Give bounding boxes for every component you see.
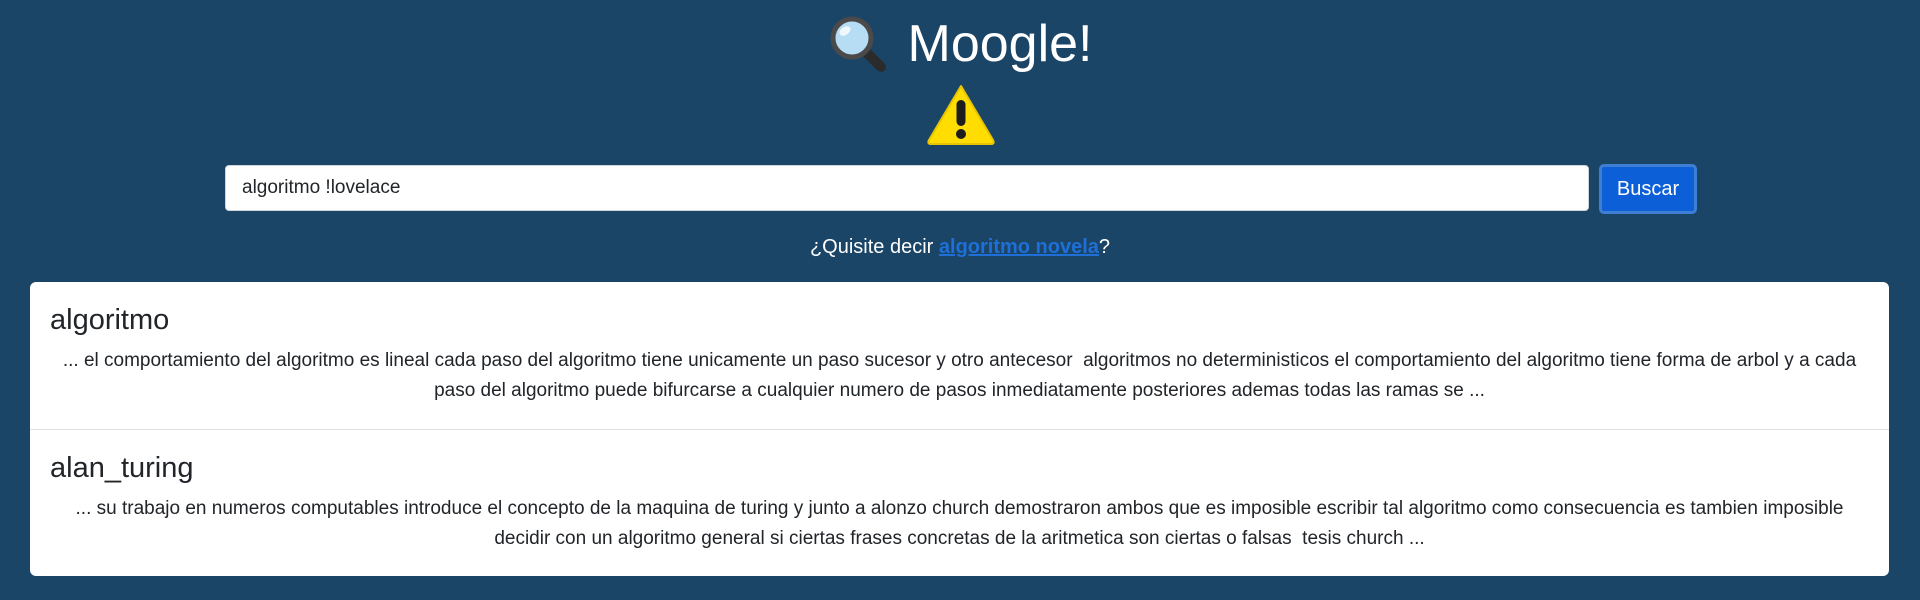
result-item: algoritmo ... el comportamiento del algo… bbox=[30, 282, 1889, 429]
suggestion-suffix: ? bbox=[1098, 236, 1111, 258]
result-title[interactable]: alan_turing bbox=[50, 450, 1869, 486]
warning-icon bbox=[927, 85, 995, 145]
search-input[interactable] bbox=[225, 165, 1589, 211]
suggestion-prefix: ¿Quisite decir bbox=[809, 236, 939, 258]
magnifying-glass-icon bbox=[830, 16, 886, 72]
app-title: Moogle! bbox=[907, 15, 1093, 73]
result-item: alan_turing ... su trabajo en numeros co… bbox=[30, 429, 1889, 576]
result-title[interactable]: algoritmo bbox=[50, 302, 1869, 338]
results-list: algoritmo ... el comportamiento del algo… bbox=[30, 282, 1889, 576]
result-snippet: ... su trabajo en numeros computables in… bbox=[75, 498, 1849, 549]
result-snippet: ... el comportamiento del algoritmo es l… bbox=[62, 350, 1862, 401]
search-bar: Buscar bbox=[0, 164, 1920, 214]
search-button[interactable]: Buscar bbox=[1599, 164, 1697, 214]
spelling-suggestion: ¿Quisite decir algoritmo novela? bbox=[0, 234, 1920, 260]
app-header: Moogle! bbox=[0, 12, 1920, 76]
suggestion-link[interactable]: algoritmo novela bbox=[939, 236, 1099, 258]
